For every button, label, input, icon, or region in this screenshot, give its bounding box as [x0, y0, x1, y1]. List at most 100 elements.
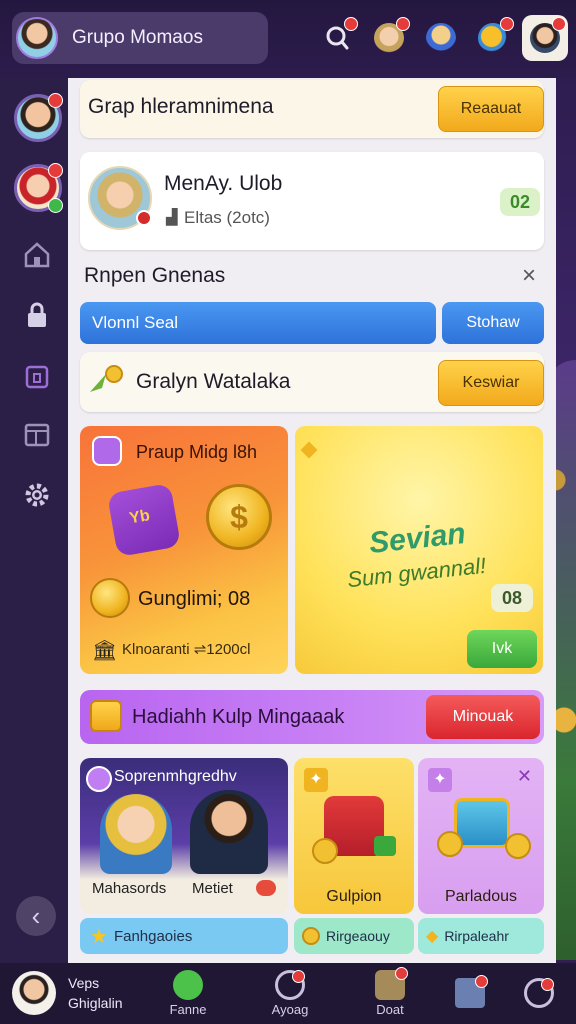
show-button[interactable]: Stohaw	[442, 302, 544, 344]
member-sub-icon: ▟	[166, 209, 178, 226]
tile-stories-dot	[256, 880, 276, 896]
group-bar-title: Grap hleramnimena	[88, 95, 274, 118]
member-badge: 02	[500, 188, 540, 216]
search-field[interactable]: Vlonnl Seal	[80, 302, 436, 344]
sidebar-avatar-2[interactable]	[14, 163, 63, 213]
member-name: MenAy. Ulob	[164, 172, 283, 195]
chat-icon	[275, 970, 305, 1000]
purple-banner-button[interactable]: Minouak	[426, 695, 540, 739]
tile-stories-title: Soprenmhgredhv	[114, 768, 237, 785]
section-title: Rnpen Gnenas	[84, 264, 226, 287]
nav-profile[interactable]: Veps Ghiglalin	[12, 971, 152, 1017]
big-coin-icon: $	[206, 484, 272, 550]
tile-stories[interactable]: Soprenmhgredhv Mahasords Metiet	[80, 758, 288, 914]
reward-button[interactable]: Keswiar	[438, 360, 544, 406]
small-coin-icon	[90, 578, 130, 618]
online-dot	[48, 198, 63, 213]
group-avatar	[16, 17, 58, 59]
notification-dot	[541, 977, 554, 991]
nav-item-settings[interactable]	[502, 963, 576, 1024]
search-chat-button[interactable]	[314, 15, 360, 61]
sidebar-item-board[interactable]	[18, 416, 56, 454]
notification-dot	[292, 970, 305, 983]
nav-item-discover[interactable]: Ayoag	[250, 963, 330, 1024]
promo-right-line2: Sum gwannal!	[346, 552, 488, 593]
location-pin-icon	[86, 766, 112, 792]
promo-card-right[interactable]: Sevian Sum gwannal! 08 Ivk	[295, 426, 543, 674]
request-button[interactable]: Reaauat	[438, 86, 544, 132]
chip-favorites-label: Fanhgaoies	[113, 927, 193, 945]
basket-box-icon	[374, 836, 396, 856]
gear-icon	[25, 483, 49, 507]
search-value: Vlonnl Seal	[92, 313, 179, 332]
friend-avatar-1[interactable]	[366, 15, 412, 61]
gift-bag-icon: Yb	[106, 482, 182, 558]
coin-icon	[302, 927, 320, 945]
lock-icon	[28, 302, 46, 327]
bottom-nav: Veps Ghiglalin Fanne Ayoag Doat	[0, 963, 576, 1024]
nav-item-store[interactable]: Doat	[350, 963, 430, 1024]
store-icon	[25, 365, 49, 389]
group-selector[interactable]: Grupo Momaos	[12, 12, 268, 64]
nav-item-home-label: Fanne	[169, 1002, 207, 1017]
purple-banner[interactable]: Hadiahh Kulp Mingaaak Minouak	[80, 690, 544, 744]
promo-right-button[interactable]: Ivk	[467, 630, 537, 668]
chip-favorites[interactable]: ★ Fanhgaoies	[80, 918, 288, 954]
sidebar-item-home[interactable]	[18, 236, 56, 274]
promo-left-footer: Klnoaranti ⇌1200cl	[122, 641, 251, 658]
bank-icon: 🏛	[92, 640, 118, 662]
sidebar-item-store[interactable]	[18, 356, 56, 394]
nav-item-home[interactable]: Fanne	[148, 963, 228, 1024]
character-avatar-icon	[426, 23, 456, 53]
sidebar-item-lock[interactable]	[18, 296, 56, 334]
mail-icon	[455, 974, 488, 1008]
chip-gifts-label: Rirpaleahr	[444, 928, 509, 944]
promo-right-line1: Sevian	[367, 517, 468, 560]
board-icon	[24, 423, 50, 447]
promo-right-badge: 08	[491, 584, 533, 612]
chip-rewards-label: Rirgeaouy	[326, 928, 390, 944]
nav-item-store-label: Doat	[376, 1002, 404, 1017]
group-title: Grupo Momaos	[72, 27, 203, 48]
promo-left-title: Praup Midg l8h	[136, 442, 258, 462]
notification-dot	[48, 93, 63, 108]
notification-dot	[344, 17, 358, 31]
notification-dot	[396, 17, 410, 31]
nav-profile-line1: Veps	[68, 975, 100, 991]
woman-avatar-icon	[100, 794, 172, 874]
member-card[interactable]: MenAy. Ulob ▟ Eltas (2otc) 02	[80, 152, 544, 250]
friend-avatar-3[interactable]	[470, 15, 516, 61]
sidebar-avatar-1[interactable]	[14, 93, 63, 142]
member-avatar	[88, 166, 152, 230]
chevron-left-icon: ‹	[31, 900, 41, 931]
nav-item-mail[interactable]	[430, 963, 510, 1024]
profile-button[interactable]	[522, 15, 568, 61]
notification-dot	[500, 17, 514, 31]
sparkle-icon: ✦	[428, 768, 452, 792]
chest-coin-icon	[437, 831, 463, 857]
notification-dot	[395, 967, 408, 980]
friend-avatar-2[interactable]	[418, 15, 464, 61]
group-bar: Grap hleramnimena Reaauat	[80, 80, 544, 138]
left-sidebar: ‹	[0, 78, 70, 963]
tile-treasure[interactable]: ✦ ✕ Parladous	[418, 758, 544, 914]
treasure-chest-icon	[437, 798, 531, 859]
sidebar-item-settings[interactable]	[18, 476, 56, 514]
reward-title: Gralyn Watalaka	[136, 370, 291, 393]
chip-rewards[interactable]: Rirgeaouy	[294, 918, 414, 954]
notification-dot	[475, 974, 488, 988]
sparkle-icon: ✦	[304, 768, 328, 792]
promo-card-left[interactable]: Praup Midg l8h Yb $ Gunglimi; 08 🏛 Klnoa…	[80, 426, 288, 674]
home-icon	[24, 242, 50, 268]
close-icon[interactable]: ×	[522, 262, 536, 290]
chip-gifts[interactable]: ◆ Rirpaleahr	[418, 918, 544, 954]
notification-dot	[136, 210, 152, 226]
sparkle-icon	[300, 441, 318, 459]
top-icons	[314, 12, 568, 64]
chest-coin-icon-2	[505, 833, 531, 859]
reward-row: Gralyn Watalaka Keswiar	[80, 352, 544, 412]
gift-basket-icon	[312, 796, 396, 864]
star-icon: ★	[90, 925, 108, 948]
tile-gift[interactable]: ✦ Gulpion	[294, 758, 414, 914]
back-button[interactable]: ‹	[16, 896, 56, 936]
